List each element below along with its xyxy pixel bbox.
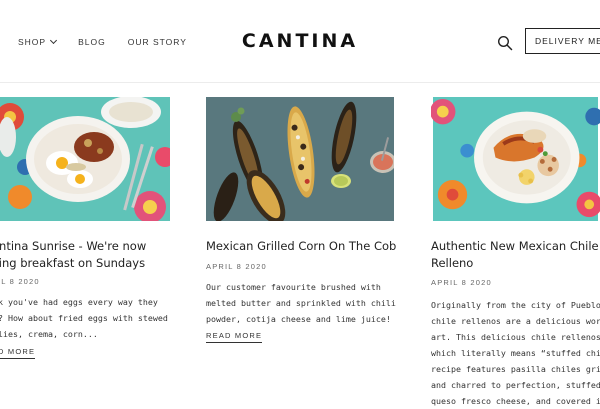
post-image-breakfast[interactable] <box>0 97 170 221</box>
post-excerpt-line: powder, cotija cheese and lime juice! <box>206 314 391 324</box>
post-date: IL 8 2020 <box>0 277 40 286</box>
post-image-grilled-corn[interactable] <box>206 97 394 221</box>
search-icon[interactable] <box>497 35 513 51</box>
post-title-line[interactable]: antina Sunrise - We're now <box>0 238 146 255</box>
post-excerpt-line: Our customer favourite brushed with <box>206 282 381 292</box>
post-excerpt-line: and charred to perfection, stuffed wi <box>431 380 600 390</box>
post-excerpt-line: art. This delicious chile rellenos - <box>431 332 600 342</box>
post-excerpt-line: melted butter and sprinkled with chili <box>206 298 396 308</box>
read-more-link[interactable]: D MORE <box>0 347 36 359</box>
post-excerpt-line: queso fresco cheese, and covered in a <box>431 396 600 406</box>
read-more-link[interactable]: READ MORE <box>206 331 263 343</box>
post-title-line[interactable]: Relleno <box>431 255 473 272</box>
delivery-menu-button[interactable]: DELIVERY MENU <box>525 28 600 54</box>
post-excerpt-line: which literally means “stuffed chile” <box>431 348 600 358</box>
post-title[interactable]: Mexican Grilled Corn On The Cob <box>206 238 396 255</box>
post-excerpt-line: chile rellenos are a delicious work o <box>431 316 600 326</box>
post-date: APRIL 8 2020 <box>431 278 492 287</box>
post-excerpt-line: lies, crema, corn... <box>0 329 98 339</box>
post-excerpt-line: Originally from the city of Pueblo, <box>431 300 600 310</box>
post-excerpt-line: k you've had eggs every way they <box>0 297 158 307</box>
post-image-chile-relleno[interactable] <box>431 97 600 221</box>
post-date: APRIL 8 2020 <box>206 262 267 271</box>
post-title-line[interactable]: Authentic New Mexican Chile <box>431 238 599 255</box>
site-header: SHOP BLOG OUR STORY CANTINA DELIVERY MEN… <box>0 0 600 83</box>
post-excerpt-line: ? How about fried eggs with stewed <box>0 313 168 323</box>
post-excerpt-line: recipe features pasilla chiles grille <box>431 364 600 374</box>
post-title-line[interactable]: ving breakfast on Sundays <box>0 255 145 272</box>
